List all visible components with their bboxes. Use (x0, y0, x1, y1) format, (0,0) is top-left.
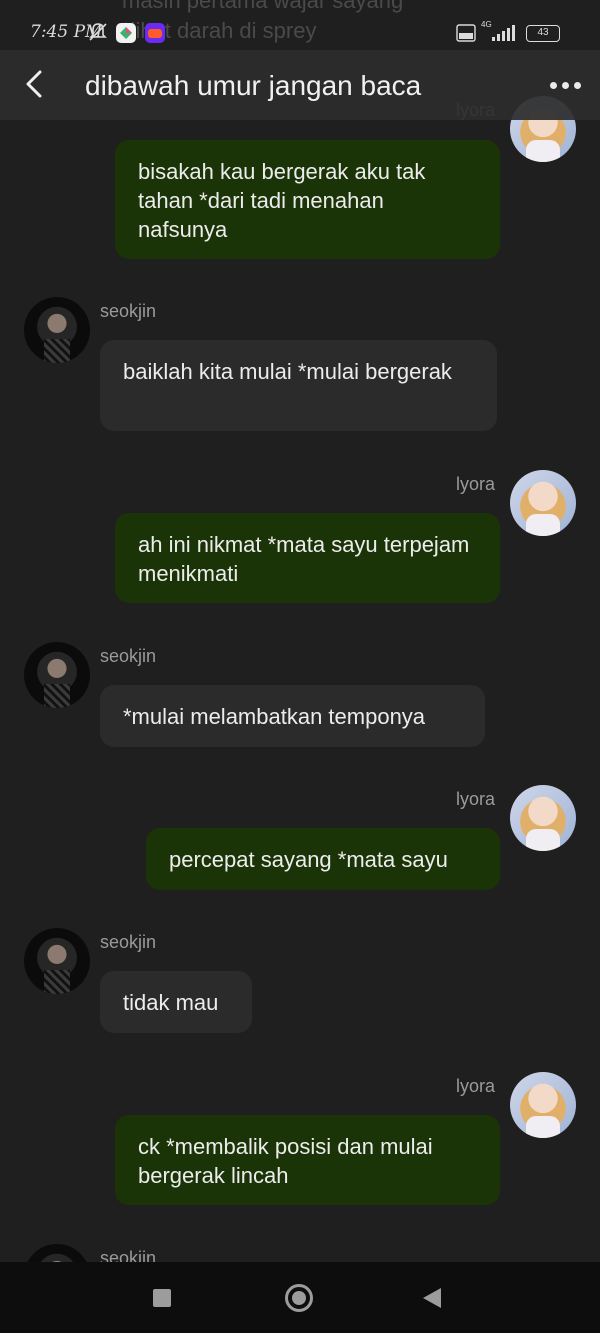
message-bubble[interactable]: tidak mau (100, 971, 252, 1033)
mute-bell-icon (89, 23, 107, 41)
sender-name: seokjin (100, 1248, 157, 1262)
avatar-lyora[interactable] (510, 785, 576, 851)
avatar-seokjin[interactable] (24, 928, 90, 994)
sender-name: lyora (456, 474, 496, 494)
battery-icon: 43 (526, 25, 560, 42)
chat-header: dibawah umur jangan baca (0, 50, 600, 120)
signal-icon (492, 25, 515, 41)
battery-level: 43 (537, 27, 549, 38)
avatar-lyora[interactable] (510, 1072, 576, 1138)
message-bubble[interactable]: percepat sayang *mata sayu (146, 828, 500, 890)
back-button[interactable] (423, 1288, 441, 1308)
avatar-lyora[interactable] (510, 470, 576, 536)
system-nav-bar (0, 1262, 600, 1333)
chat-title: dibawah umur jangan baca (85, 70, 422, 101)
app-icon-1 (116, 23, 136, 43)
sender-name: seokjin (100, 932, 157, 952)
chat-list[interactable]: masih pertama wajar sayang *lihat darah … (0, 0, 600, 1262)
back-arrow-icon[interactable] (22, 66, 46, 102)
home-button[interactable] (285, 1284, 313, 1312)
message-bubble[interactable]: ck *membalik posisi dan mulai bergerak l… (115, 1115, 500, 1205)
sender-name: seokjin (100, 646, 157, 666)
avatar-seokjin[interactable] (24, 297, 90, 363)
sender-name: seokjin (100, 301, 157, 321)
volte-icon (456, 24, 476, 42)
message-bubble[interactable]: baiklah kita mulai *mulai bergerak (100, 340, 497, 431)
message-bubble[interactable]: bisakah kau bergerak aku tak tahan *dari… (115, 140, 500, 259)
sender-name: lyora (456, 1076, 496, 1096)
app-icon-2 (145, 23, 165, 43)
recents-button[interactable] (153, 1289, 171, 1307)
message-bubble[interactable]: ah ini nikmat *mata sayu terpejam menikm… (115, 513, 500, 603)
avatar-seokjin[interactable] (24, 642, 90, 708)
sender-name: lyora (456, 789, 496, 809)
message-bubble[interactable]: *mulai melambatkan temponya (100, 685, 485, 747)
more-options-icon[interactable] (546, 74, 586, 94)
avatar-seokjin[interactable] (24, 1244, 90, 1262)
